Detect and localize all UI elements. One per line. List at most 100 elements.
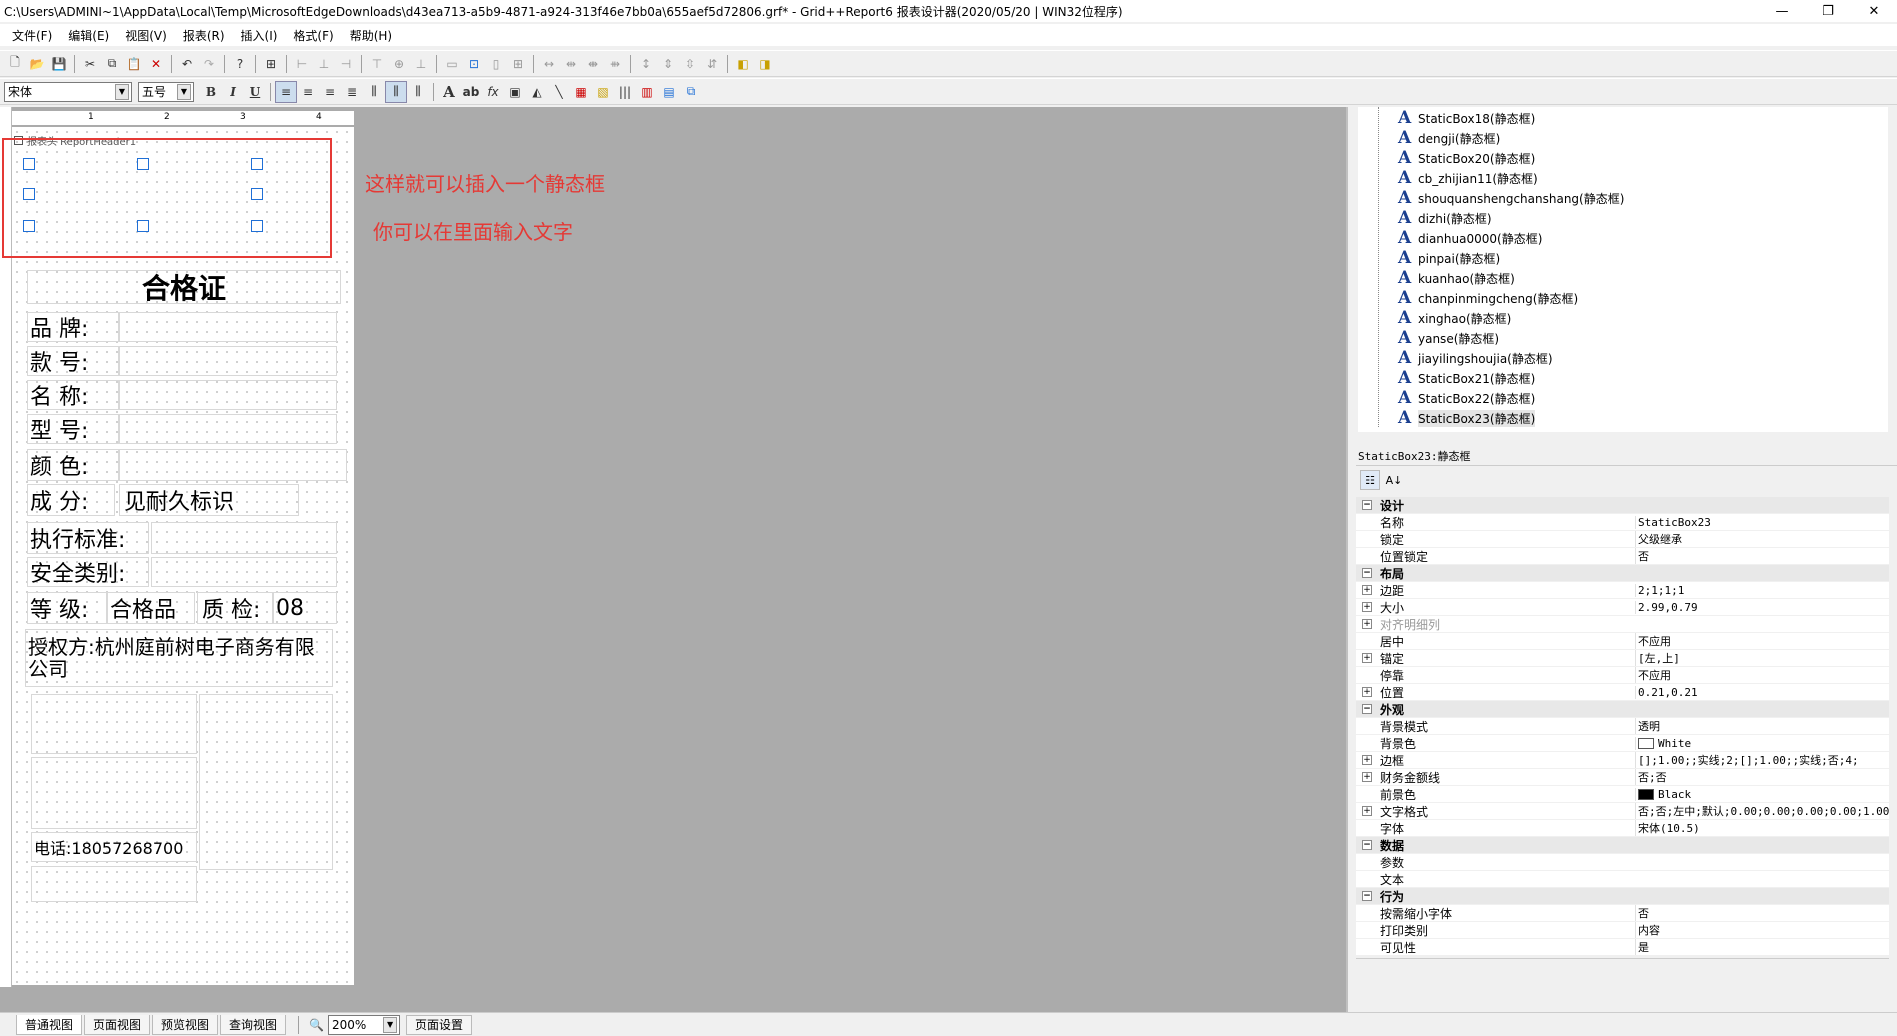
resize-handle[interactable] bbox=[137, 158, 149, 170]
property-row[interactable]: + 财务金额线 否;否 bbox=[1356, 769, 1889, 786]
categorized-view-icon[interactable]: ☷ bbox=[1360, 470, 1380, 490]
empty-box[interactable] bbox=[31, 694, 197, 754]
property-value[interactable]: StaticBox23 bbox=[1635, 515, 1889, 529]
expander[interactable]: − bbox=[1356, 840, 1378, 850]
copy-icon[interactable]: ⧉ bbox=[101, 53, 123, 75]
brand-label[interactable]: 品 牌: bbox=[27, 312, 119, 342]
expander[interactable]: + bbox=[1356, 687, 1378, 697]
tree-item[interactable]: Ashouquanshengchanshang(静态框) bbox=[1398, 188, 1624, 208]
menu-edit[interactable]: 编辑(E) bbox=[60, 27, 117, 44]
expander[interactable]: + bbox=[1356, 772, 1378, 782]
expander[interactable]: − bbox=[1356, 500, 1378, 510]
field-box-icon[interactable]: ab bbox=[460, 81, 482, 103]
resize-handle[interactable] bbox=[251, 158, 263, 170]
object-tree[interactable]: A StaticBox18(静态框) Adengji(静态框) A StaticBo… bbox=[1358, 107, 1888, 432]
collapse-icon[interactable]: − bbox=[1362, 500, 1372, 510]
align-center-icon[interactable]: ⊥ bbox=[313, 53, 335, 75]
bold-button[interactable]: B bbox=[200, 81, 222, 103]
menu-format[interactable]: 格式(F) bbox=[285, 27, 341, 44]
property-row[interactable]: + 对齐明细列 bbox=[1356, 616, 1889, 633]
expand-icon[interactable]: + bbox=[1362, 806, 1372, 816]
align-bottom-icon[interactable]: ⊥ bbox=[410, 53, 432, 75]
property-value[interactable]: 否;否 bbox=[1635, 769, 1889, 785]
close-button[interactable]: ✕ bbox=[1851, 0, 1897, 22]
property-row[interactable]: + 位置 0.21,0.21 bbox=[1356, 684, 1889, 701]
property-row[interactable]: + 大小 2.99,0.79 bbox=[1356, 599, 1889, 616]
tree-item-selected[interactable]: A StaticBox23(静态框) bbox=[1398, 408, 1536, 428]
color-label[interactable]: 颜 色: bbox=[27, 449, 119, 481]
expander[interactable]: − bbox=[1356, 568, 1378, 578]
text-justify-icon[interactable]: ≣ bbox=[341, 81, 363, 103]
name-value-box[interactable] bbox=[119, 380, 337, 410]
property-row[interactable]: 参数 bbox=[1356, 854, 1889, 871]
resize-handle[interactable] bbox=[23, 158, 35, 170]
phone-text[interactable]: 电话:18057268700 bbox=[31, 832, 197, 862]
model-label[interactable]: 型 号: bbox=[27, 414, 119, 444]
text-align-center-icon[interactable]: ≡ bbox=[297, 81, 319, 103]
property-grid[interactable]: − 设计 名称 StaticBox23 锁定 父级继承 位置锁定否 − 布局 + 边距 2;1;1;1… bbox=[1356, 497, 1889, 956]
font-size-select[interactable]: 五号 ▼ bbox=[138, 81, 194, 102]
tree-item[interactable]: Ayanse(静态框) bbox=[1398, 328, 1499, 348]
property-value[interactable]: [];1.00;;实线;2;[];1.00;;实线;否;4; bbox=[1635, 752, 1889, 768]
same-width-icon[interactable]: ▭ bbox=[441, 53, 463, 75]
shape-icon[interactable]: ◭ bbox=[526, 81, 548, 103]
expand-icon[interactable]: + bbox=[1362, 585, 1372, 595]
underline-button[interactable]: U bbox=[244, 81, 266, 103]
expander[interactable]: + bbox=[1356, 602, 1378, 612]
same-height-icon[interactable]: ▯ bbox=[485, 53, 507, 75]
expander[interactable]: + bbox=[1356, 806, 1378, 816]
property-row[interactable]: 文本 bbox=[1356, 871, 1889, 888]
align-right-icon[interactable]: ⊣ bbox=[335, 53, 357, 75]
empty-box[interactable] bbox=[199, 694, 333, 870]
delete-icon[interactable]: ✕ bbox=[145, 53, 167, 75]
property-row[interactable]: 位置锁定 否 bbox=[1356, 548, 1889, 565]
size-grid-icon[interactable]: ⊞ bbox=[507, 53, 529, 75]
font-name-select[interactable]: 宋体 ▼ bbox=[4, 81, 132, 102]
menu-file[interactable]: 文件(F) bbox=[4, 27, 60, 44]
property-category[interactable]: − 设计 bbox=[1356, 497, 1889, 514]
property-value[interactable]: White bbox=[1635, 736, 1889, 750]
h-space-icon[interactable]: ↔ bbox=[538, 53, 560, 75]
tree-item[interactable]: A StaticBox18(静态框) bbox=[1398, 108, 1535, 128]
expand-icon[interactable]: + bbox=[1362, 653, 1372, 663]
static-box-icon[interactable]: A bbox=[438, 81, 460, 103]
property-row[interactable]: 锁定 父级继承 bbox=[1356, 531, 1889, 548]
save-icon[interactable]: 💾 bbox=[48, 53, 70, 75]
new-file-icon[interactable]: 🗋 bbox=[4, 53, 26, 75]
name-label[interactable]: 名 称: bbox=[27, 380, 119, 410]
style-no-value-box[interactable] bbox=[119, 346, 337, 376]
page-setup-button[interactable]: 页面设置 bbox=[406, 1014, 473, 1035]
memo-box-icon[interactable]: ▣ bbox=[504, 81, 526, 103]
tree-item[interactable]: Axinghao(静态框) bbox=[1398, 308, 1511, 328]
align-middle-icon[interactable]: ⊕ bbox=[388, 53, 410, 75]
grade-label[interactable]: 等 级: bbox=[27, 592, 107, 624]
text-align-left-icon[interactable]: ≡ bbox=[275, 80, 297, 103]
property-row[interactable]: 前景色 Black bbox=[1356, 786, 1889, 803]
collapse-icon[interactable]: − bbox=[1362, 568, 1372, 578]
resize-handle[interactable] bbox=[23, 220, 35, 232]
tree-scrollbar[interactable] bbox=[1888, 107, 1897, 432]
restore-button[interactable]: ❐ bbox=[1805, 0, 1851, 22]
property-value[interactable]: 否 bbox=[1635, 905, 1889, 921]
property-row[interactable]: + 边框 [];1.00;;实线;2;[];1.00;;实线;否;4; bbox=[1356, 752, 1889, 769]
property-value[interactable]: Black bbox=[1635, 787, 1889, 801]
expand-icon[interactable]: + bbox=[1362, 772, 1372, 782]
barcode-icon[interactable]: ||| bbox=[614, 81, 636, 103]
property-value[interactable]: 是 bbox=[1635, 939, 1889, 955]
property-value[interactable]: 不应用 bbox=[1635, 633, 1889, 649]
text-top-icon[interactable]: ⫼ bbox=[363, 81, 385, 103]
composition-value[interactable]: 见耐久标识 bbox=[119, 484, 299, 516]
menu-insert[interactable]: 插入(I) bbox=[233, 27, 286, 44]
grade-value[interactable]: 合格品 bbox=[107, 592, 195, 624]
undo-icon[interactable]: ↶ bbox=[176, 53, 198, 75]
tree-item[interactable]: Akuanhao(静态框) bbox=[1398, 268, 1515, 288]
property-row[interactable]: 名称 StaticBox23 bbox=[1356, 514, 1889, 531]
property-row[interactable]: 居中 不应用 bbox=[1356, 633, 1889, 650]
redo-icon[interactable]: ↷ bbox=[198, 53, 220, 75]
standard-label[interactable]: 执行标准: bbox=[27, 522, 149, 554]
text-bottom-icon[interactable]: ⫼ bbox=[407, 81, 429, 103]
v-space-inc-icon[interactable]: ⇕ bbox=[657, 53, 679, 75]
menu-report[interactable]: 报表(R) bbox=[175, 27, 233, 44]
tree-item[interactable]: Ajiayilingshoujia(静态框) bbox=[1398, 348, 1553, 368]
same-size-icon[interactable]: ⊡ bbox=[463, 53, 485, 75]
